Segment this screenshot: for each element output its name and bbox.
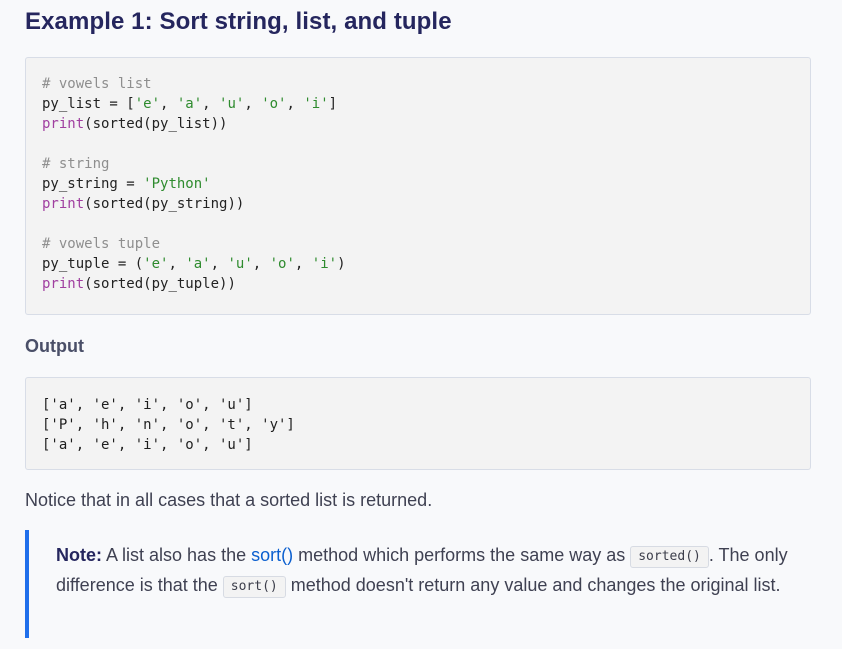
code-line: py_string = 'Python' — [42, 174, 810, 194]
code-token: 'i' — [303, 96, 329, 112]
code-token: 'o' — [269, 256, 295, 272]
code-line: print(sorted(py_tuple)) — [42, 274, 810, 294]
article-page: Example 1: Sort string, list, and tuple … — [0, 0, 842, 649]
code-line: print(sorted(py_list)) — [42, 114, 810, 134]
sort-method-link[interactable]: sort() — [251, 545, 293, 565]
code-line: # vowels tuple — [42, 234, 810, 254]
code-token: print — [42, 116, 85, 132]
code-token: # vowels list — [42, 76, 152, 92]
code-token: 'a' — [176, 96, 203, 112]
code-token: , — [294, 256, 312, 272]
code-line: py_tuple = ('e', 'a', 'u', 'o', 'i') — [42, 254, 810, 274]
code-token: (sorted(py_tuple)) — [84, 276, 236, 292]
example-heading: Example 1: Sort string, list, and tuple — [25, 8, 452, 35]
code-token: print — [42, 196, 85, 212]
code-block[interactable]: # vowels list py_list = ['e', 'a', 'u', '… — [25, 57, 811, 315]
output-line: ['a', 'e', 'i', 'o', 'u'] — [42, 397, 253, 413]
code-token: print — [42, 276, 85, 292]
code-token: ] — [328, 96, 338, 112]
code-token: 'e' — [143, 256, 169, 272]
code-token: 'i' — [311, 256, 338, 272]
note-text: Note: A list also has the sort() method … — [56, 540, 796, 600]
code-token: , — [286, 96, 304, 112]
code-token: , — [252, 256, 270, 272]
code-token: (sorted(py_list)) — [84, 116, 228, 132]
note-callout: Note: A list also has the sort() method … — [25, 530, 811, 638]
code-token: , — [160, 96, 177, 112]
code-token: py_list = [ — [42, 96, 135, 112]
code-token: , — [210, 256, 228, 272]
code-token: 'u' — [227, 256, 253, 272]
output-heading: Output — [25, 336, 84, 356]
inline-code-sort: sort() — [222, 576, 286, 598]
output-block[interactable]: ['a', 'e', 'i', 'o', 'u'] ['P', 'h', 'n',… — [25, 377, 811, 470]
code-token: ) — [337, 256, 346, 272]
code-token: 'o' — [261, 96, 287, 112]
code-token: 'e' — [134, 96, 161, 112]
code-token: 'a' — [185, 256, 211, 272]
note-text-part: method doesn't return any value and chan… — [285, 575, 781, 595]
code-token: py_string = — [42, 176, 144, 192]
note-text-part: method which performs the same way as — [293, 545, 631, 565]
inline-code-sorted: sorted() — [630, 546, 709, 568]
code-line: # vowels list — [42, 74, 810, 94]
code-token: 'Python' — [143, 176, 211, 192]
output-line: ['P', 'h', 'n', 'o', 't', 'y'] — [42, 417, 295, 433]
code-token: # string — [42, 156, 110, 172]
code-line: py_list = ['e', 'a', 'u', 'o', 'i'] — [42, 94, 810, 114]
code-token: , — [244, 96, 262, 112]
code-token: py_tuple = ( — [42, 256, 144, 272]
output-line: ['a', 'e', 'i', 'o', 'u'] — [42, 437, 253, 453]
code-line: print(sorted(py_string)) — [42, 194, 810, 214]
code-token: , — [202, 96, 220, 112]
code-token: (sorted(py_string)) — [84, 196, 245, 212]
code-line: # string — [42, 154, 810, 174]
note-text-part: A list also has the — [102, 545, 252, 565]
notice-paragraph: Notice that in all cases that a sorted l… — [25, 490, 433, 510]
note-label: Note: — [56, 545, 102, 565]
code-token: # vowels tuple — [42, 236, 161, 252]
code-token: , — [168, 256, 186, 272]
code-token: 'u' — [219, 96, 245, 112]
